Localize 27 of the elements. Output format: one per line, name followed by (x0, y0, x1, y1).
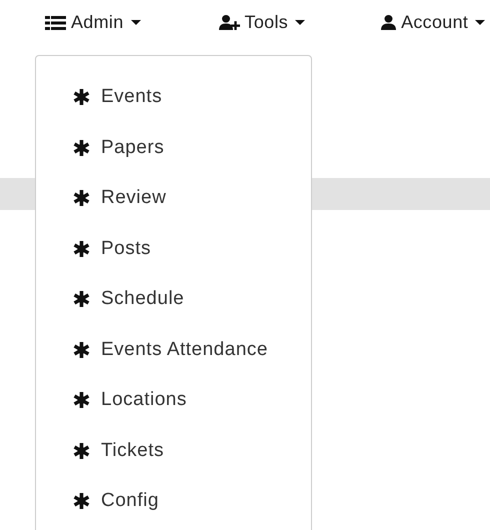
asterisk-icon (73, 342, 90, 358)
asterisk-icon (73, 291, 90, 308)
dropdown-item[interactable]: Schedule (36, 274, 311, 324)
nav-menu-toggle[interactable]: Tools (218, 12, 306, 33)
dropdown-item[interactable]: Review (36, 173, 311, 224)
dropdown-item[interactable]: Events (36, 72, 311, 122)
asterisk-icon (73, 392, 90, 408)
nav-menu-toggle[interactable]: Admin (45, 12, 141, 33)
asterisk-icon (73, 190, 90, 206)
asterisk-icon (73, 493, 90, 510)
caret-icon (295, 20, 306, 25)
caret-icon (130, 20, 141, 25)
dropdown-item[interactable]: Locations (36, 375, 311, 426)
dropdown-item[interactable]: Posts (36, 224, 311, 274)
asterisk-icon (73, 140, 90, 156)
dropdown-item[interactable]: Tickets (36, 426, 311, 476)
dropdown-item[interactable]: Events Attendance (36, 324, 311, 375)
list-icon (45, 16, 66, 30)
dropdown-item[interactable]: Papers (36, 122, 311, 173)
user-icon (381, 15, 396, 30)
asterisk-icon (73, 89, 90, 106)
asterisk-icon (73, 240, 90, 257)
nav-menu-toggle[interactable]: Account (381, 12, 486, 33)
asterisk-icon (73, 442, 90, 459)
user-plus-icon (218, 15, 240, 30)
dropdown-item[interactable]: Config (36, 476, 311, 526)
caret-icon (475, 20, 486, 25)
